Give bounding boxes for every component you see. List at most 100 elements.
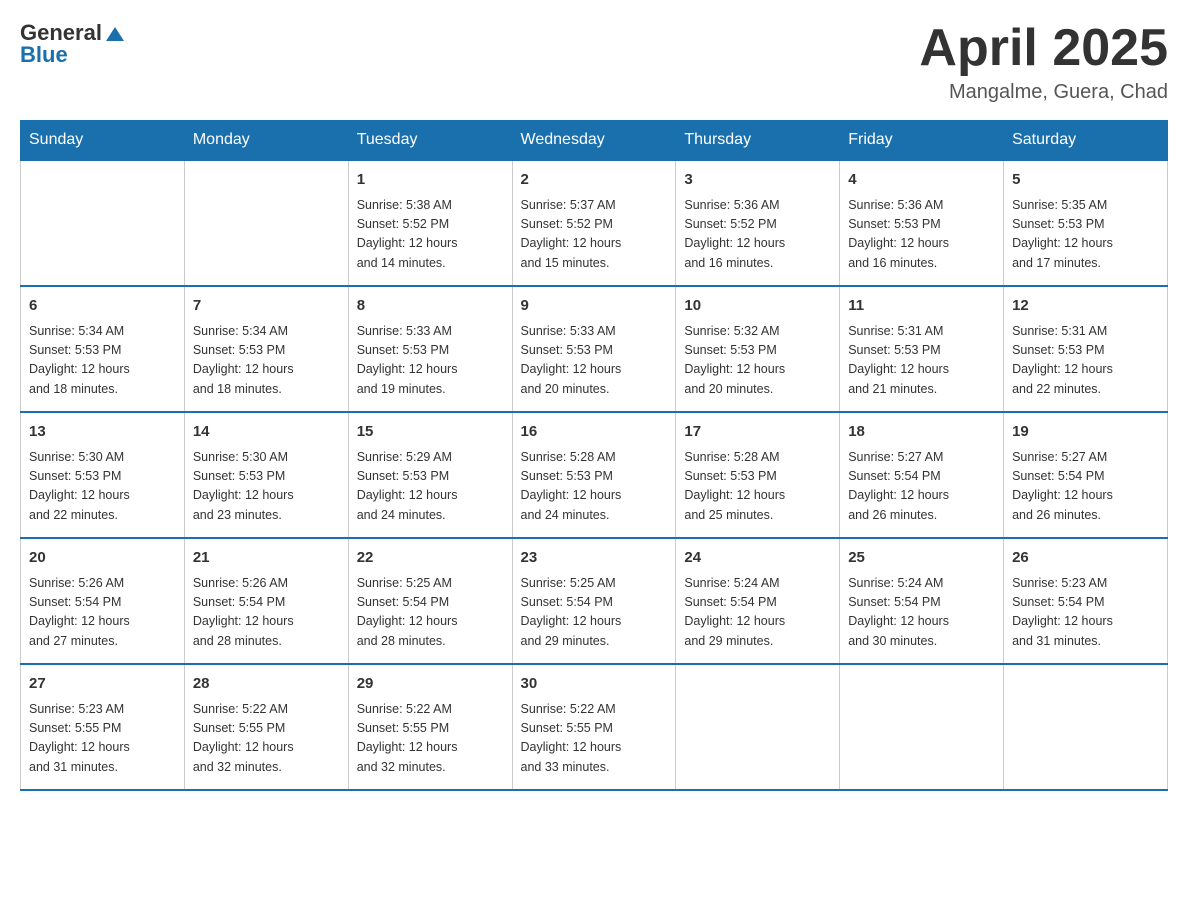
calendar-day-cell: 5Sunrise: 5:35 AM Sunset: 5:53 PM Daylig… xyxy=(1004,160,1168,286)
calendar-day-cell: 8 Sunrise: 5:33 AM Sunset: 5:53 PM Daylig… xyxy=(348,286,512,412)
day-number: 16 xyxy=(521,421,668,444)
calendar-day-cell: 13Sunrise: 5:30 AM Sunset: 5:53 PM Dayli… xyxy=(21,412,185,538)
calendar-day-cell: 7 Sunrise: 5:34 AM Sunset: 5:53 PM Daylig… xyxy=(184,286,348,412)
day-number: 10 xyxy=(684,295,831,318)
day-number: 29 xyxy=(357,673,504,696)
calendar-day-cell: 9 Sunrise: 5:33 AM Sunset: 5:53 PM Daylig… xyxy=(512,286,676,412)
calendar-empty-cell xyxy=(676,664,840,790)
calendar-empty-cell xyxy=(184,160,348,286)
day-number: 5 xyxy=(1012,169,1159,192)
calendar-day-cell: 3 Sunrise: 5:36 AM Sunset: 5:52 PM Daylig… xyxy=(676,160,840,286)
day-number: 4 xyxy=(848,169,995,192)
day-number: 24 xyxy=(684,547,831,570)
day-info: Sunrise: 5:24 AM Sunset: 5:54 PM Dayligh… xyxy=(684,574,831,652)
day-number: 3 xyxy=(684,169,831,192)
day-of-week-header: Thursday xyxy=(676,121,840,161)
day-of-week-header: Saturday xyxy=(1004,121,1168,161)
calendar-day-cell: 26 Sunrise: 5:23 AM Sunset: 5:54 PM Dayli… xyxy=(1004,538,1168,664)
calendar-day-cell: 16Sunrise: 5:28 AM Sunset: 5:53 PM Dayli… xyxy=(512,412,676,538)
calendar-day-cell: 6 Sunrise: 5:34 AM Sunset: 5:53 PM Daylig… xyxy=(21,286,185,412)
calendar-day-cell: 24 Sunrise: 5:24 AM Sunset: 5:54 PM Dayli… xyxy=(676,538,840,664)
month-title: April 2025 xyxy=(919,20,1168,77)
calendar-day-cell: 1 Sunrise: 5:38 AM Sunset: 5:52 PM Daylig… xyxy=(348,160,512,286)
calendar-day-cell: 15 Sunrise: 5:29 AM Sunset: 5:53 PM Dayli… xyxy=(348,412,512,538)
day-of-week-header: Tuesday xyxy=(348,121,512,161)
day-of-week-header: Friday xyxy=(840,121,1004,161)
day-info: Sunrise: 5:33 AM Sunset: 5:53 PM Dayligh… xyxy=(357,322,504,400)
day-number: 8 xyxy=(357,295,504,318)
day-number: 23 xyxy=(521,547,668,570)
calendar-day-cell: 12 Sunrise: 5:31 AM Sunset: 5:53 PM Dayli… xyxy=(1004,286,1168,412)
day-number: 26 xyxy=(1012,547,1159,570)
title-block: April 2025 Mangalme, Guera, Chad xyxy=(919,20,1168,104)
day-number: 12 xyxy=(1012,295,1159,318)
day-info: Sunrise: 5:26 AM Sunset: 5:54 PM Dayligh… xyxy=(29,574,176,652)
day-info: Sunrise: 5:22 AM Sunset: 5:55 PM Dayligh… xyxy=(193,700,340,778)
day-number: 25 xyxy=(848,547,995,570)
day-info: Sunrise: 5:29 AM Sunset: 5:53 PM Dayligh… xyxy=(357,448,504,526)
day-number: 17 xyxy=(684,421,831,444)
page-header: General Blue April 2025 Mangalme, Guera,… xyxy=(20,20,1168,104)
day-info: Sunrise: 5:24 AM Sunset: 5:54 PM Dayligh… xyxy=(848,574,995,652)
day-of-week-header: Wednesday xyxy=(512,121,676,161)
day-number: 15 xyxy=(357,421,504,444)
calendar-day-cell: 23 Sunrise: 5:25 AM Sunset: 5:54 PM Dayli… xyxy=(512,538,676,664)
calendar-week-row: 6 Sunrise: 5:34 AM Sunset: 5:53 PM Daylig… xyxy=(21,286,1168,412)
day-number: 6 xyxy=(29,295,176,318)
calendar-day-cell: 20 Sunrise: 5:26 AM Sunset: 5:54 PM Dayli… xyxy=(21,538,185,664)
calendar-day-cell: 22 Sunrise: 5:25 AM Sunset: 5:54 PM Dayli… xyxy=(348,538,512,664)
day-info: Sunrise: 5:36 AM Sunset: 5:52 PM Dayligh… xyxy=(684,196,831,274)
day-info: Sunrise: 5:27 AM Sunset: 5:54 PM Dayligh… xyxy=(1012,448,1159,526)
calendar-day-cell: 25 Sunrise: 5:24 AM Sunset: 5:54 PM Dayli… xyxy=(840,538,1004,664)
day-number: 9 xyxy=(521,295,668,318)
calendar-day-cell: 27Sunrise: 5:23 AM Sunset: 5:55 PM Dayli… xyxy=(21,664,185,790)
day-info: Sunrise: 5:23 AM Sunset: 5:54 PM Dayligh… xyxy=(1012,574,1159,652)
logo: General Blue xyxy=(20,20,126,68)
day-info: Sunrise: 5:28 AM Sunset: 5:53 PM Dayligh… xyxy=(684,448,831,526)
day-info: Sunrise: 5:34 AM Sunset: 5:53 PM Dayligh… xyxy=(29,322,176,400)
day-info: Sunrise: 5:31 AM Sunset: 5:53 PM Dayligh… xyxy=(1012,322,1159,400)
calendar-week-row: 13Sunrise: 5:30 AM Sunset: 5:53 PM Dayli… xyxy=(21,412,1168,538)
calendar-day-cell: 29 Sunrise: 5:22 AM Sunset: 5:55 PM Dayli… xyxy=(348,664,512,790)
calendar-day-cell: 18 Sunrise: 5:27 AM Sunset: 5:54 PM Dayli… xyxy=(840,412,1004,538)
day-of-week-header: Monday xyxy=(184,121,348,161)
day-number: 20 xyxy=(29,547,176,570)
day-number: 14 xyxy=(193,421,340,444)
calendar-day-cell: 19Sunrise: 5:27 AM Sunset: 5:54 PM Dayli… xyxy=(1004,412,1168,538)
day-number: 22 xyxy=(357,547,504,570)
day-info: Sunrise: 5:34 AM Sunset: 5:53 PM Dayligh… xyxy=(193,322,340,400)
day-info: Sunrise: 5:36 AM Sunset: 5:53 PM Dayligh… xyxy=(848,196,995,274)
day-info: Sunrise: 5:22 AM Sunset: 5:55 PM Dayligh… xyxy=(357,700,504,778)
day-info: Sunrise: 5:25 AM Sunset: 5:54 PM Dayligh… xyxy=(357,574,504,652)
day-number: 30 xyxy=(521,673,668,696)
calendar-week-row: 27Sunrise: 5:23 AM Sunset: 5:55 PM Dayli… xyxy=(21,664,1168,790)
day-number: 18 xyxy=(848,421,995,444)
day-number: 1 xyxy=(357,169,504,192)
calendar-day-cell: 30 Sunrise: 5:22 AM Sunset: 5:55 PM Dayli… xyxy=(512,664,676,790)
day-info: Sunrise: 5:25 AM Sunset: 5:54 PM Dayligh… xyxy=(521,574,668,652)
day-number: 2 xyxy=(521,169,668,192)
calendar-empty-cell xyxy=(21,160,185,286)
calendar-table: SundayMondayTuesdayWednesdayThursdayFrid… xyxy=(20,120,1168,791)
day-info: Sunrise: 5:27 AM Sunset: 5:54 PM Dayligh… xyxy=(848,448,995,526)
location-subtitle: Mangalme, Guera, Chad xyxy=(919,81,1168,104)
calendar-body: 1 Sunrise: 5:38 AM Sunset: 5:52 PM Daylig… xyxy=(21,160,1168,790)
day-info: Sunrise: 5:30 AM Sunset: 5:53 PM Dayligh… xyxy=(29,448,176,526)
day-info: Sunrise: 5:26 AM Sunset: 5:54 PM Dayligh… xyxy=(193,574,340,652)
calendar-day-cell: 4 Sunrise: 5:36 AM Sunset: 5:53 PM Daylig… xyxy=(840,160,1004,286)
day-number: 7 xyxy=(193,295,340,318)
day-info: Sunrise: 5:30 AM Sunset: 5:53 PM Dayligh… xyxy=(193,448,340,526)
day-info: Sunrise: 5:22 AM Sunset: 5:55 PM Dayligh… xyxy=(521,700,668,778)
day-info: Sunrise: 5:38 AM Sunset: 5:52 PM Dayligh… xyxy=(357,196,504,274)
logo-arrow-icon xyxy=(104,23,126,45)
day-number: 21 xyxy=(193,547,340,570)
day-number: 11 xyxy=(848,295,995,318)
calendar-week-row: 20 Sunrise: 5:26 AM Sunset: 5:54 PM Dayli… xyxy=(21,538,1168,664)
calendar-day-cell: 2Sunrise: 5:37 AM Sunset: 5:52 PM Daylig… xyxy=(512,160,676,286)
calendar-day-cell: 28Sunrise: 5:22 AM Sunset: 5:55 PM Dayli… xyxy=(184,664,348,790)
day-info: Sunrise: 5:32 AM Sunset: 5:53 PM Dayligh… xyxy=(684,322,831,400)
day-info: Sunrise: 5:31 AM Sunset: 5:53 PM Dayligh… xyxy=(848,322,995,400)
day-info: Sunrise: 5:33 AM Sunset: 5:53 PM Dayligh… xyxy=(521,322,668,400)
day-info: Sunrise: 5:23 AM Sunset: 5:55 PM Dayligh… xyxy=(29,700,176,778)
calendar-day-cell: 21 Sunrise: 5:26 AM Sunset: 5:54 PM Dayli… xyxy=(184,538,348,664)
